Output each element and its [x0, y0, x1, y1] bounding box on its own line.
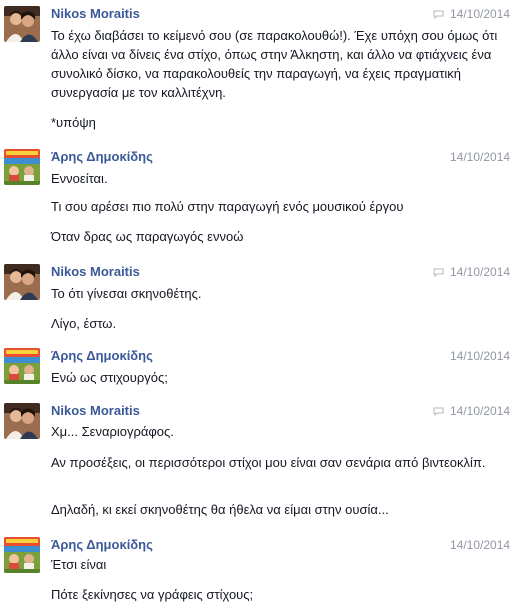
author-name[interactable]: Nikos Moraitis	[51, 6, 140, 22]
author-name[interactable]: Άρης Δημοκίδης	[51, 348, 153, 364]
timestamp: 14/10/2014	[450, 7, 511, 21]
message-text: Χμ... Σεναριογράφος.	[51, 424, 174, 439]
avatar-poster-icon	[4, 149, 40, 185]
author-name[interactable]: Nikos Moraitis	[51, 403, 140, 419]
avatar-photo-icon	[4, 403, 40, 439]
avatar[interactable]	[4, 6, 40, 42]
timestamp: 14/10/2014	[450, 150, 511, 164]
avatar[interactable]	[4, 264, 40, 300]
avatar-photo-icon	[4, 6, 40, 42]
author-name[interactable]: Nikos Moraitis	[51, 264, 140, 280]
author-name[interactable]: Άρης Δημοκίδης	[51, 537, 153, 553]
message-text: Έτσι είναι	[51, 557, 107, 572]
message-meta: 14/10/2014	[433, 403, 512, 419]
message-text: Το ότι γίνεσαι σκηνοθέτης.	[51, 286, 202, 301]
message-text: Ενώ ως στιχουργός;	[51, 370, 168, 385]
chat-bubble-icon	[433, 407, 444, 416]
avatar[interactable]	[4, 403, 40, 439]
message-meta: 14/10/2014	[450, 149, 512, 165]
message-meta: 14/10/2014	[450, 537, 512, 553]
message-text: Λίγο, έστω.	[51, 316, 117, 331]
message-text: Το έχω διαβάσει το κείμενό σου (σε παρακ…	[51, 28, 498, 100]
message-text: *υπόψη	[51, 115, 96, 130]
avatar[interactable]	[4, 348, 40, 384]
message-text: Δηλαδή, κι εκεί σκηνοθέτης θα ήθελα να ε…	[51, 502, 389, 517]
avatar-photo-icon	[4, 264, 40, 300]
message-text: Τι σου αρέσει πιο πολύ στην παραγωγή ενό…	[51, 199, 404, 214]
author-name[interactable]: Άρης Δημοκίδης	[51, 149, 153, 165]
avatar-poster-icon	[4, 348, 40, 384]
message-text: Εννοείται.	[51, 171, 108, 186]
message-text: Πότε ξεκίνησες να γράφεις στίχους;	[51, 587, 254, 602]
timestamp: 14/10/2014	[450, 265, 511, 279]
chat-bubble-icon	[433, 268, 444, 277]
message-text: Αν προσέξεις, οι περισσότεροι στίχοι μου…	[51, 455, 486, 470]
avatar-poster-icon	[4, 537, 40, 573]
message-meta: 14/10/2014	[433, 6, 512, 22]
message-thread: Nikos Moraitis 14/10/2014 Το έχω διαβάσε…	[0, 0, 512, 609]
message-text: Όταν δρας ως παραγωγός εννοώ	[51, 229, 244, 244]
message-meta: 14/10/2014	[450, 348, 512, 364]
message-meta: 14/10/2014	[433, 264, 512, 280]
timestamp: 14/10/2014	[450, 538, 511, 552]
avatar[interactable]	[4, 537, 40, 573]
chat-bubble-icon	[433, 10, 444, 19]
timestamp: 14/10/2014	[450, 404, 511, 418]
timestamp: 14/10/2014	[450, 349, 511, 363]
avatar[interactable]	[4, 149, 40, 185]
